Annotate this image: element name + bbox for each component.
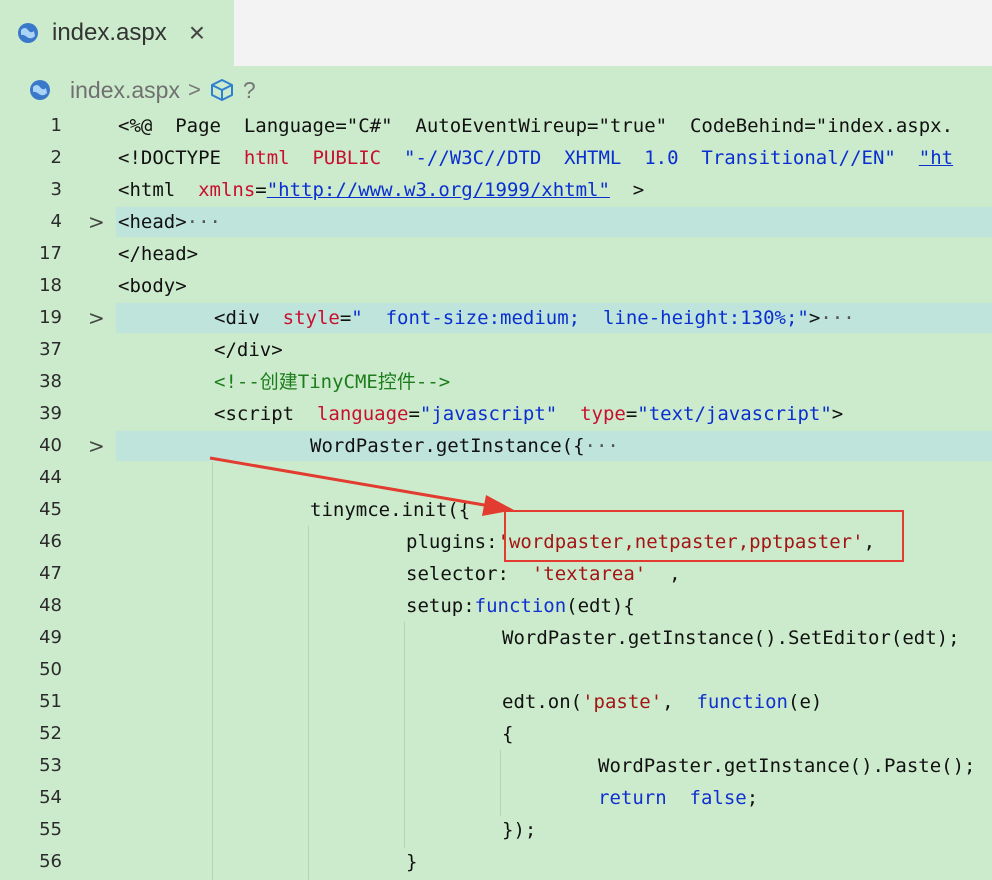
annotation-arrow	[209, 456, 514, 516]
